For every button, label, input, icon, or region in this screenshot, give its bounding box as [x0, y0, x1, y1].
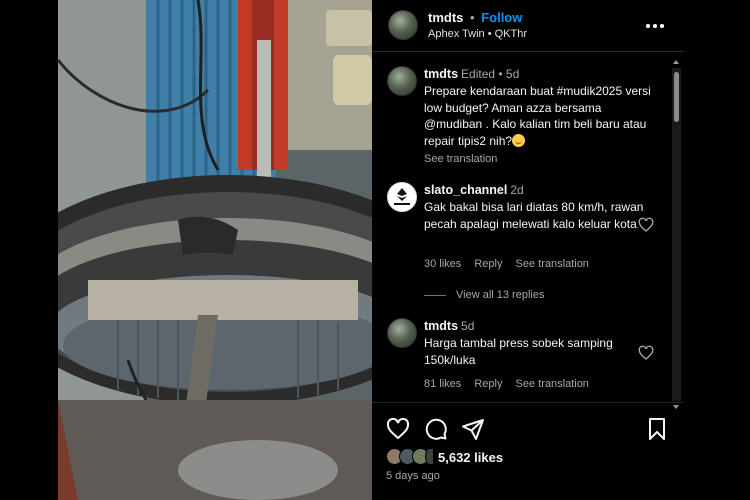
post-timestamp[interactable]: 5 days ago: [386, 470, 440, 482]
comment-username[interactable]: tmdts: [424, 67, 458, 81]
author-line: tmdts • Follow: [428, 10, 522, 25]
follow-button[interactable]: Follow: [481, 10, 522, 25]
comment-text: Harga tambal press sobek samping 150k/lu…: [424, 336, 613, 367]
reply-button[interactable]: Reply: [474, 378, 502, 390]
likes-count[interactable]: 5,632 likes: [438, 450, 503, 465]
comment-username[interactable]: tmdts: [424, 319, 458, 333]
comment-actions: 81 likes Reply See translation: [424, 378, 599, 390]
comment-meta: Edited • 5d: [461, 67, 520, 81]
comment-likes[interactable]: 30 likes: [424, 258, 461, 270]
audio-attribution[interactable]: Aphex Twin • QKThr: [428, 28, 527, 40]
see-translation-link[interactable]: See translation: [516, 258, 589, 270]
comments-scrollbar[interactable]: [672, 60, 681, 409]
grin-emoji-icon: [512, 133, 526, 147]
commenter-avatar[interactable]: [387, 182, 417, 212]
like-comment-heart-icon[interactable]: [638, 217, 654, 233]
comment-likes[interactable]: 81 likes: [424, 378, 461, 390]
replies-divider: [424, 294, 446, 296]
reply-button[interactable]: Reply: [474, 258, 502, 270]
view-replies-label: View all 13 replies: [456, 289, 545, 301]
author-avatar[interactable]: [388, 10, 418, 40]
comment-meta: 5d: [461, 319, 475, 333]
post-header: tmdts • Follow Aphex Twin • QKThr: [372, 0, 683, 52]
comment-username[interactable]: slato_channel: [424, 183, 507, 197]
see-translation-link[interactable]: See translation: [424, 151, 654, 167]
scroll-up-arrow-icon[interactable]: [673, 60, 679, 64]
tire-repair-image: [58, 0, 372, 500]
post-sidebar: tmdts • Follow Aphex Twin • QKThr tmdts E…: [372, 0, 683, 500]
separator-dot: •: [470, 10, 475, 25]
more-icon-dot: [653, 24, 657, 28]
post-photo[interactable]: [58, 0, 372, 500]
post-footer: 5,632 likes 5 days ago: [372, 402, 683, 500]
comment-icon[interactable]: [424, 417, 448, 441]
heart-icon[interactable]: [386, 417, 410, 441]
view-replies-button[interactable]: View all 13 replies: [424, 289, 544, 301]
comment-body: tmdts 5d Harga tambal press sobek samping…: [424, 318, 654, 368]
more-options-button[interactable]: [645, 15, 665, 35]
more-icon-dot: [660, 24, 664, 28]
slato-logo-icon: [394, 188, 410, 205]
comment-body: tmdts Edited • 5d Prepare kendaraan buat …: [424, 66, 654, 167]
comment-actions: 30 likes Reply See translation: [424, 258, 599, 270]
liker-avatars[interactable]: [386, 448, 436, 466]
more-icon: [646, 24, 650, 28]
comment-text: Prepare kendaraan buat #mudik2025 versi …: [424, 83, 654, 149]
scroll-thumb[interactable]: [674, 72, 679, 122]
author-username[interactable]: tmdts: [428, 10, 463, 25]
comment-text: Gak bakal bisa lari diatas 80 km/h, rawa…: [424, 200, 644, 231]
see-translation-link[interactable]: See translation: [516, 378, 589, 390]
comment-text-content: Prepare kendaraan buat #mudik2025 versi …: [424, 84, 651, 148]
like-comment-heart-icon[interactable]: [638, 345, 654, 361]
comment-body: slato_channel 2d Gak bakal bisa lari diat…: [424, 182, 654, 232]
comments-list[interactable]: tmdts Edited • 5d Prepare kendaraan buat …: [372, 53, 672, 402]
commenter-avatar[interactable]: [387, 318, 417, 348]
bookmark-icon[interactable]: [645, 417, 669, 441]
comment-meta: 2d: [510, 183, 524, 197]
share-icon[interactable]: [461, 417, 485, 441]
liker-avatar: [425, 448, 434, 465]
commenter-avatar[interactable]: [387, 66, 417, 96]
